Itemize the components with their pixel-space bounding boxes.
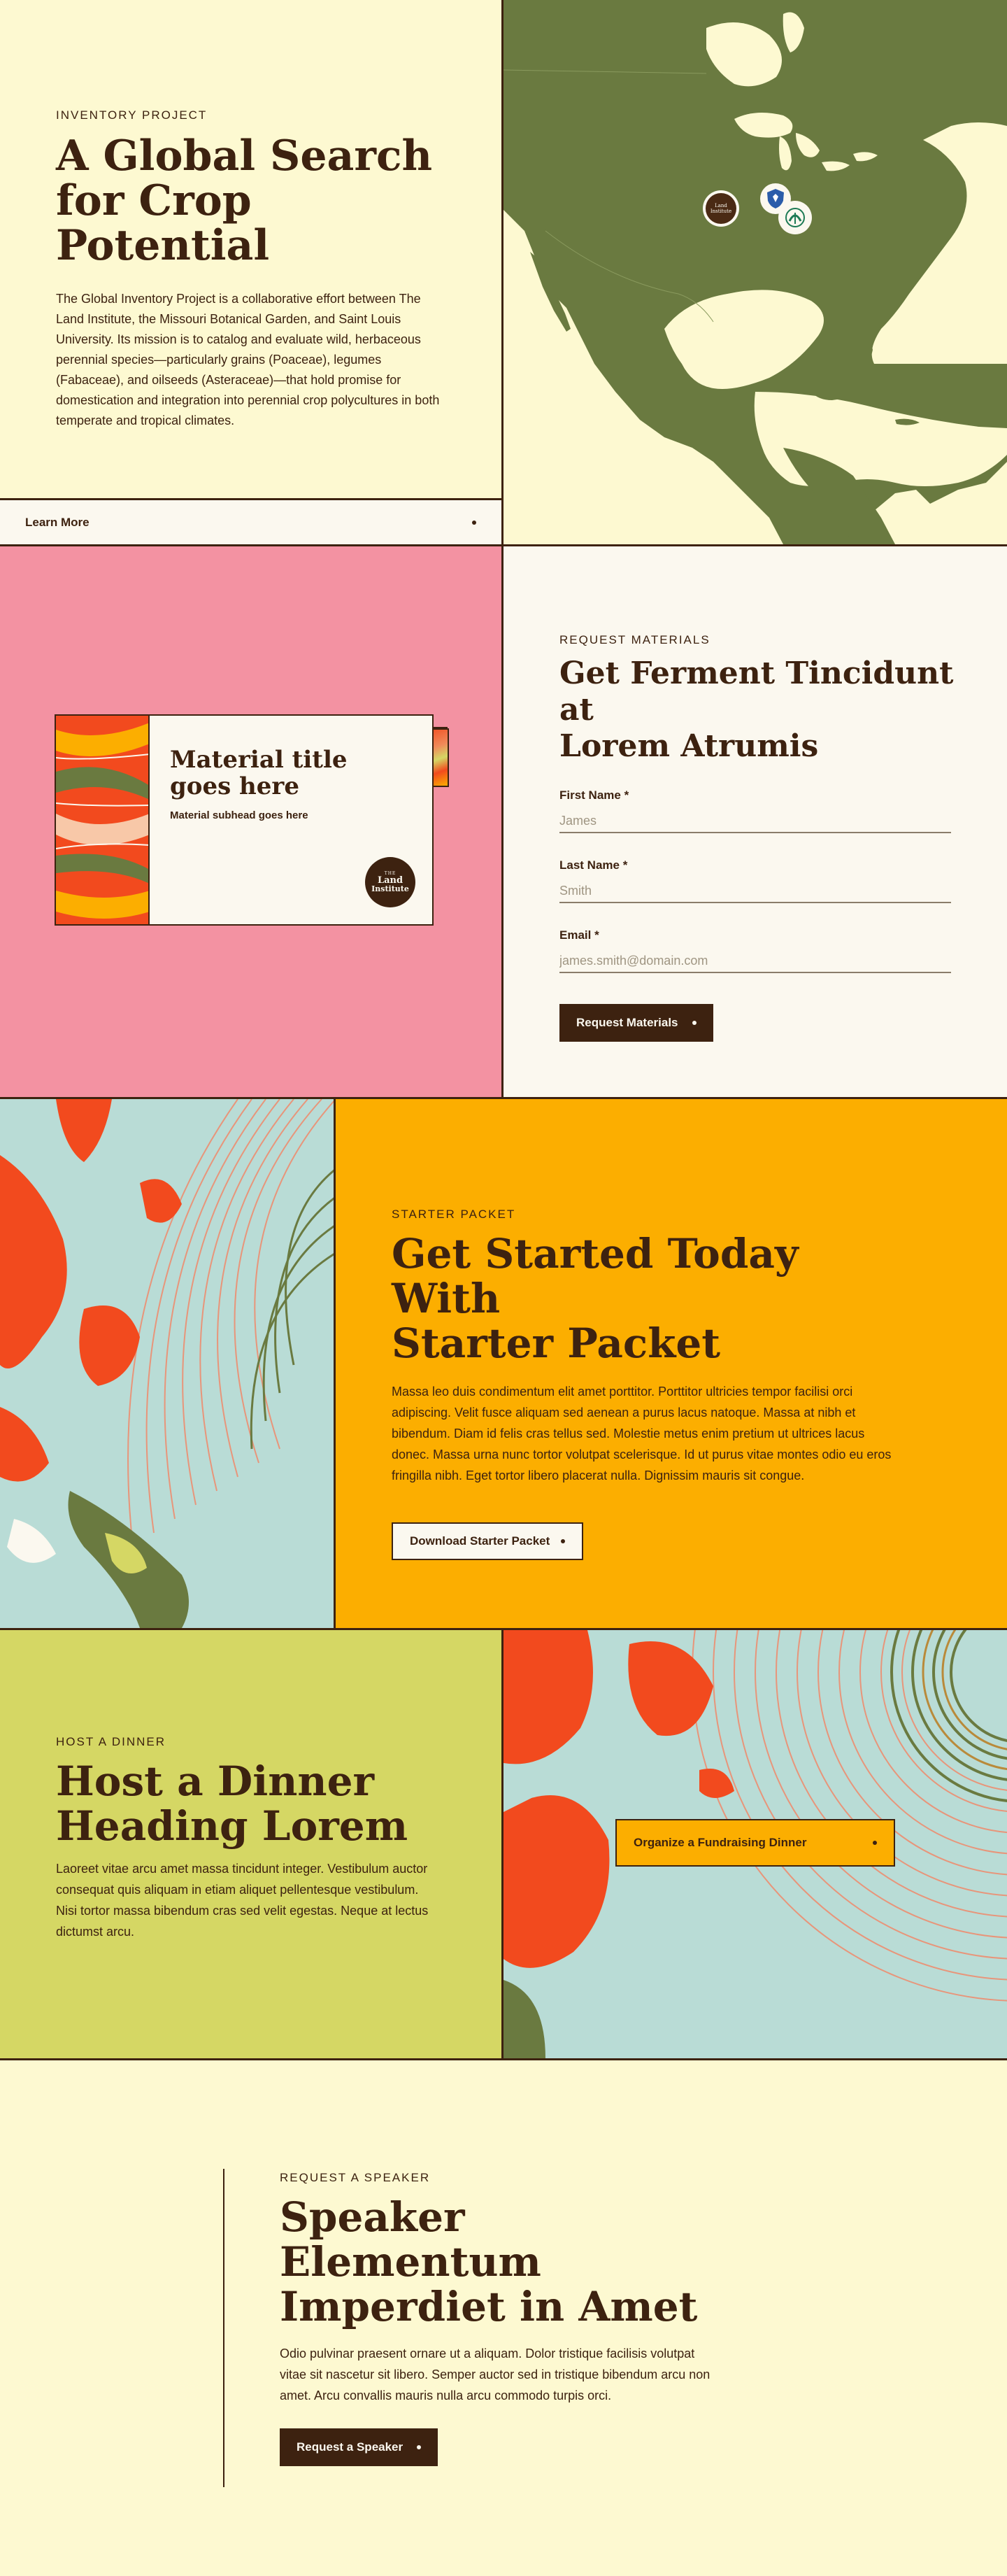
speaker-title-line1: Speaker Elementum (280, 2193, 541, 2286)
starter-text-panel: STARTER PACKET Get Started Today With St… (336, 1099, 1007, 1628)
land-institute-badge-icon: THE Land Institute (365, 857, 415, 907)
request-speaker-section: REQUEST A SPEAKER Speaker Elementum Impe… (0, 2060, 1007, 2576)
map-logo-text: Land Institute (706, 193, 736, 224)
material-card-title-line2: goes here (170, 772, 299, 800)
inventory-section: INVENTORY PROJECT A Global Search for Cr… (0, 0, 1007, 546)
dinner-title-line2: Heading Lorem (56, 1802, 408, 1850)
dinner-title: Host a Dinner Heading Lorem (56, 1759, 462, 1848)
email-group: Email * (559, 928, 965, 973)
leaf-icon (785, 208, 805, 227)
dot-icon (561, 1539, 565, 1543)
north-america-map (503, 0, 1007, 544)
dinner-text-panel: HOST A DINNER Host a Dinner Heading Lore… (0, 1630, 503, 2058)
starter-art-panel (0, 1099, 336, 1628)
inventory-eyebrow: INVENTORY PROJECT (56, 108, 208, 122)
last-name-group: Last Name * (559, 858, 965, 903)
marbled-art-starter (0, 1099, 334, 1628)
inventory-body: The Global Inventory Project is a collab… (56, 292, 440, 427)
first-name-field[interactable] (559, 809, 951, 833)
starter-title-line2: Starter Packet (392, 1319, 721, 1367)
starter-eyebrow: STARTER PACKET (392, 1208, 516, 1221)
last-name-field[interactable] (559, 879, 951, 903)
email-field[interactable] (559, 949, 951, 973)
material-card: Material title goes here Material subhea… (55, 714, 434, 926)
request-materials-section: Material title goes here Material subhea… (0, 546, 1007, 1099)
organize-dinner-label: Organize a Fundraising Dinner (634, 1836, 807, 1849)
learn-more-label: Learn More (25, 515, 90, 529)
material-preview-panel: Material title goes here Material subhea… (0, 546, 503, 1097)
email-label: Email * (559, 928, 599, 942)
first-name-group: First Name * (559, 788, 965, 833)
request-title-line2: Lorem Atrumis (559, 728, 819, 764)
speaker-title-line2: Imperdiet in Amet (280, 2283, 698, 2330)
marbled-art (56, 716, 148, 924)
speaker-body: Odio pulvinar praesent ornare ut a aliqu… (280, 2347, 710, 2402)
map-marker-land-institute-icon[interactable]: Land Institute (703, 190, 739, 227)
starter-title: Get Started Today With Starter Packet (392, 1231, 895, 1366)
request-title: Get Ferment Tincidunt at Lorem Atrumis (559, 656, 965, 765)
request-materials-button[interactable]: Request Materials (559, 1004, 713, 1042)
speaker-eyebrow: REQUEST A SPEAKER (280, 2171, 431, 2184)
material-card-title: Material title goes here (170, 746, 408, 800)
request-form-panel: REQUEST MATERIALS Get Ferment Tincidunt … (503, 546, 1007, 1097)
request-eyebrow: REQUEST MATERIALS (559, 633, 710, 646)
material-card-title-line1: Material title (170, 746, 348, 774)
map-panel: Land Institute (503, 0, 1007, 544)
request-speaker-label: Request a Speaker (297, 2440, 403, 2454)
organize-dinner-button[interactable]: Organize a Fundraising Dinner (615, 1819, 895, 1867)
dot-icon (417, 2445, 421, 2449)
map-marker-leaf-icon[interactable] (778, 201, 812, 234)
vertical-divider (223, 2169, 224, 2487)
download-starter-packet-button[interactable]: Download Starter Packet (392, 1522, 583, 1560)
speaker-title: Speaker Elementum Imperdiet in Amet (280, 2195, 727, 2329)
material-card-subhead: Material subhead goes here (170, 809, 308, 821)
material-card-art (56, 716, 150, 924)
request-speaker-button[interactable]: Request a Speaker (280, 2428, 438, 2466)
host-dinner-section: HOST A DINNER Host a Dinner Heading Lore… (0, 1630, 1007, 2060)
dinner-art-panel: Organize a Fundraising Dinner (503, 1630, 1007, 2058)
inventory-title: A Global Search for Crop Potential (56, 134, 448, 268)
learn-more-button[interactable]: Learn More (0, 498, 501, 544)
dinner-title-line1: Host a Dinner (56, 1757, 375, 1805)
dinner-body: Laoreet vitae arcu amet massa tincidunt … (56, 1862, 429, 1939)
request-form: First Name * Last Name * Email * Request… (559, 788, 965, 1042)
starter-packet-section: STARTER PACKET Get Started Today With St… (0, 1099, 1007, 1630)
inventory-title-line1: A Global Search (56, 132, 433, 181)
last-name-label: Last Name * (559, 858, 628, 872)
starter-title-line1: Get Started Today With (392, 1230, 799, 1322)
first-name-label: First Name * (559, 788, 629, 802)
badge-line2: Institute (371, 884, 409, 893)
download-starter-label: Download Starter Packet (410, 1534, 550, 1548)
dot-icon (692, 1021, 697, 1025)
request-title-line1: Get Ferment Tincidunt at (559, 656, 954, 728)
dot-icon (873, 1841, 877, 1845)
inventory-text-panel: INVENTORY PROJECT A Global Search for Cr… (0, 0, 503, 544)
request-materials-label: Request Materials (576, 1016, 678, 1029)
inventory-title-line2: for Crop Potential (56, 176, 270, 270)
starter-body: Massa leo duis condimentum elit amet por… (392, 1385, 892, 1482)
dinner-eyebrow: HOST A DINNER (56, 1735, 166, 1748)
dot-icon (472, 520, 476, 525)
